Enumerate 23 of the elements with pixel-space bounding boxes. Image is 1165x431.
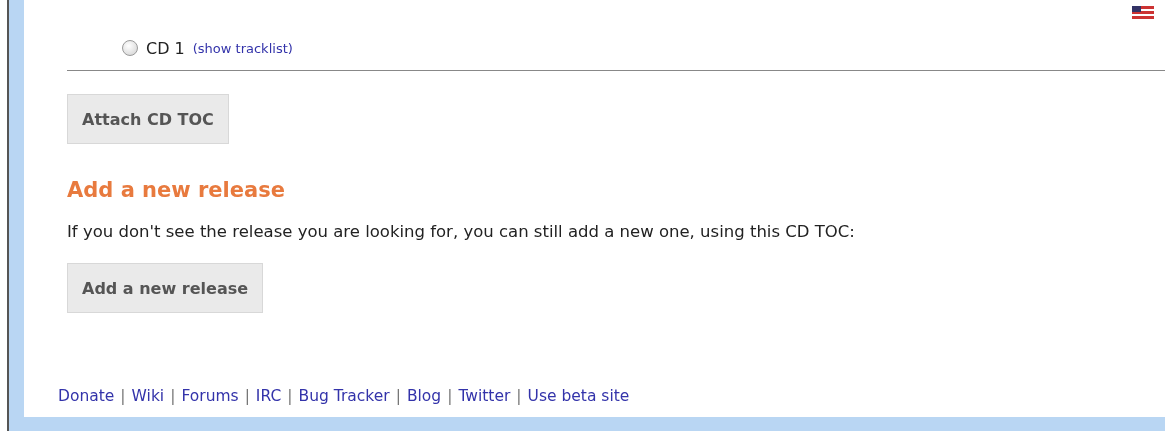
radio-button[interactable] <box>122 40 138 56</box>
description-text: If you don't see the release you are looking for, you can still add a new one, using this CD TOC: <box>67 222 856 241</box>
footer-link[interactable]: Use beta site <box>527 387 630 405</box>
separator: | <box>447 387 453 405</box>
show-tracklist-link[interactable]: (show tracklist) <box>192 40 293 56</box>
footer-link[interactable]: Wiki <box>131 387 165 405</box>
separator: | <box>244 387 250 405</box>
footer-link[interactable]: Twitter <box>458 387 511 405</box>
separator: | <box>120 387 126 405</box>
attach-cd-toc-button[interactable]: Attach CD TOC <box>67 94 229 144</box>
footer-link[interactable]: Donate <box>58 387 115 405</box>
footer-link[interactable]: Forums <box>181 387 239 405</box>
footer-link[interactable]: Blog <box>406 387 442 405</box>
separator: | <box>516 387 522 405</box>
separator: | <box>287 387 293 405</box>
section-heading: Add a new release <box>67 178 286 202</box>
flag-icon <box>1132 6 1154 19</box>
separator: | <box>170 387 176 405</box>
footer-link[interactable]: Bug Tracker <box>298 387 390 405</box>
add-new-release-button[interactable]: Add a new release <box>67 263 264 313</box>
footer-link[interactable]: IRC <box>255 387 282 405</box>
separator: | <box>395 387 401 405</box>
disc-label: CD 1 <box>146 38 185 58</box>
